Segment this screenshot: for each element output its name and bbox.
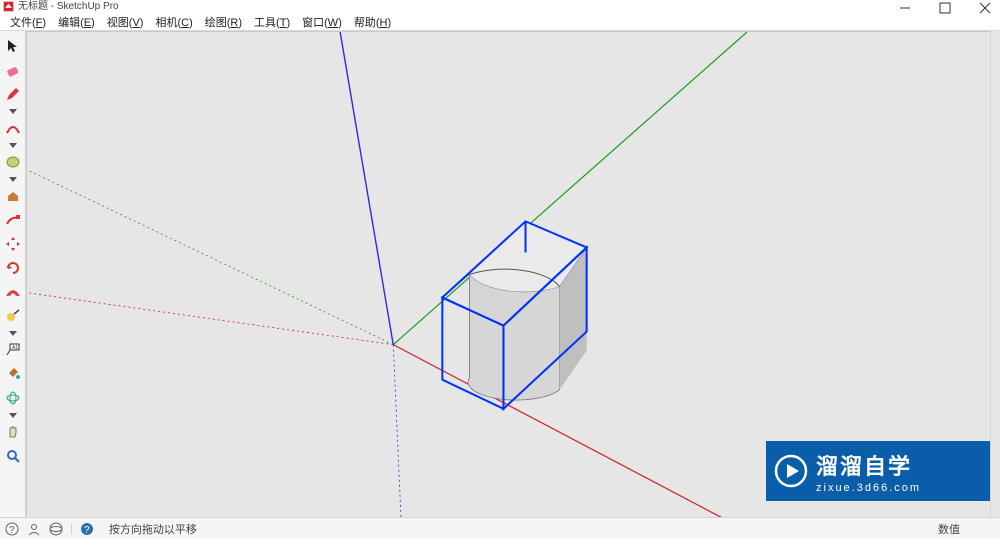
watermark-brand: 溜溜自学	[816, 449, 921, 481]
tool-line[interactable]	[2, 83, 24, 105]
menu-window[interactable]: 窗口(W)	[296, 16, 348, 30]
tool-zoom[interactable]	[2, 445, 24, 467]
vcb-label: 数值	[938, 521, 960, 537]
move-icon	[5, 236, 21, 252]
tool-shape[interactable]	[2, 151, 24, 173]
close-button[interactable]	[976, 2, 994, 14]
pencil-icon	[5, 86, 21, 102]
status-tip: 按方向拖动以平移	[109, 521, 197, 537]
paint-bucket-icon	[5, 366, 21, 382]
watermark: 溜溜自学 zixue.3d66.com	[766, 441, 1000, 501]
user-icon[interactable]	[26, 521, 42, 537]
cursor-icon	[5, 38, 21, 54]
watermark-url: zixue.3d66.com	[816, 482, 921, 494]
arc-icon	[5, 120, 21, 136]
viewport[interactable]: 溜溜自学 zixue.3d66.com	[26, 31, 1000, 517]
model	[442, 221, 586, 400]
close-icon	[979, 2, 991, 14]
menu-help[interactable]: 帮助(H)	[348, 16, 397, 30]
offset-icon	[5, 284, 21, 300]
tool-rotate[interactable]	[2, 257, 24, 279]
tool-pushpull[interactable]	[2, 185, 24, 207]
tool-text[interactable]: A1	[2, 339, 24, 361]
tape-icon	[5, 308, 21, 324]
menu-file[interactable]: 文件(F)	[4, 16, 52, 30]
followme-icon	[5, 212, 21, 228]
window-controls	[896, 2, 994, 14]
axes	[27, 32, 747, 517]
menu-tools[interactable]: 工具(T)	[248, 16, 296, 30]
geo-icon[interactable]	[48, 521, 64, 537]
tool-tape[interactable]	[2, 305, 24, 327]
status-bar: ? | ? 按方向拖动以平移 数值	[0, 517, 1000, 539]
chevron-down-icon	[9, 331, 17, 336]
zoom-icon	[5, 448, 21, 464]
tool-shape-dropdown[interactable]	[2, 175, 24, 183]
svg-text:A1: A1	[12, 345, 18, 351]
chevron-down-icon	[9, 413, 17, 418]
orbit-icon	[5, 390, 21, 406]
menu-edit[interactable]: 编辑(E)	[52, 16, 101, 30]
tool-arc[interactable]	[2, 117, 24, 139]
title-bar: 无标题 - SketchUp Pro	[0, 0, 1000, 15]
tool-offset[interactable]	[2, 281, 24, 303]
restore-button[interactable]	[936, 2, 954, 14]
window-title: 无标题 - SketchUp Pro	[18, 1, 119, 13]
minimize-button[interactable]	[896, 2, 914, 14]
pan-icon	[5, 424, 21, 440]
tray-bar	[990, 31, 1000, 517]
menu-view[interactable]: 视图(V)	[101, 16, 150, 30]
minimize-icon	[899, 2, 911, 14]
eraser-icon	[5, 62, 21, 78]
toolbar: A1	[0, 31, 26, 517]
rectangle-icon	[5, 154, 21, 170]
svg-text:?: ?	[84, 525, 90, 536]
tool-select[interactable]	[2, 35, 24, 57]
play-icon	[766, 453, 816, 489]
info-icon[interactable]: ?	[79, 521, 95, 537]
restore-icon	[939, 2, 951, 14]
tool-eraser[interactable]	[2, 59, 24, 81]
tool-line-dropdown[interactable]	[2, 107, 24, 115]
chevron-down-icon	[9, 143, 17, 148]
tool-paint[interactable]	[2, 363, 24, 385]
menu-camera[interactable]: 相机(C)	[149, 16, 198, 30]
tool-pan[interactable]	[2, 421, 24, 443]
chevron-down-icon	[9, 177, 17, 182]
text-icon: A1	[5, 342, 21, 358]
tool-arc-dropdown[interactable]	[2, 141, 24, 149]
help-icon[interactable]: ?	[4, 521, 20, 537]
tool-tape-dropdown[interactable]	[2, 329, 24, 337]
rotate-icon	[5, 260, 21, 276]
app-icon	[3, 1, 14, 12]
pushpull-icon	[5, 188, 21, 204]
tool-orbit[interactable]	[2, 387, 24, 409]
chevron-down-icon	[9, 109, 17, 114]
tool-move[interactable]	[2, 233, 24, 255]
tool-followme[interactable]	[2, 209, 24, 231]
menu-draw[interactable]: 绘图(R)	[199, 16, 248, 30]
workspace: A1	[0, 31, 1000, 517]
menu-bar: 文件(F) 编辑(E) 视图(V) 相机(C) 绘图(R) 工具(T) 窗口(W…	[0, 15, 1000, 31]
tool-orbit-dropdown[interactable]	[2, 411, 24, 419]
svg-text:?: ?	[9, 525, 15, 536]
